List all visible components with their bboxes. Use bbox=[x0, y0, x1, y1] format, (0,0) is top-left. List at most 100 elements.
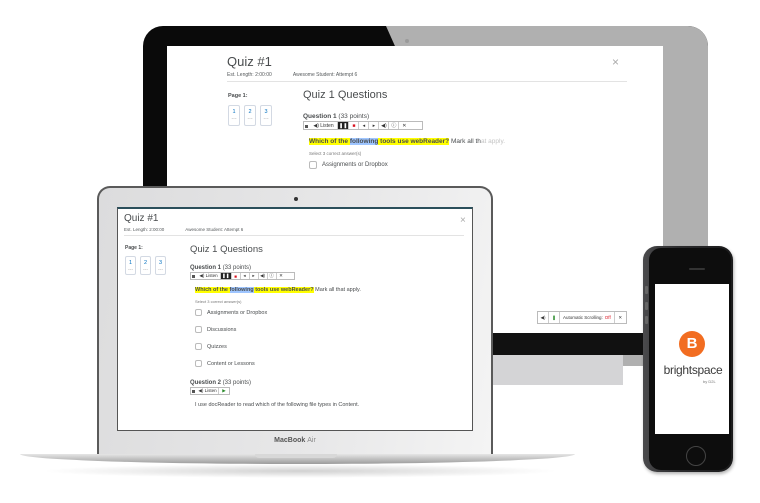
close-autoscroll-button[interactable]: ✕ bbox=[615, 312, 626, 323]
checkbox[interactable] bbox=[309, 161, 317, 169]
close-icon[interactable]: × bbox=[460, 215, 466, 226]
page-number: 1 bbox=[232, 109, 236, 115]
close-toolbar-button[interactable]: ✕ bbox=[399, 122, 409, 129]
smartphone: B brightspace by D2L bbox=[643, 246, 733, 472]
page-button-3[interactable]: 3 --- bbox=[260, 105, 272, 126]
info-button[interactable]: ⓘ bbox=[268, 273, 277, 279]
close-toolbar-button[interactable]: ✕ bbox=[277, 273, 286, 279]
stop-button[interactable]: ■ bbox=[232, 273, 241, 279]
quiz-header: Quiz #1 Est. Length: 2:00:00 Awesome Stu… bbox=[227, 54, 627, 82]
attempt-info: Awesome Student: Attempt 6 bbox=[185, 227, 244, 232]
quiz-title: Quiz #1 bbox=[124, 213, 159, 224]
page-number: 2 bbox=[248, 109, 252, 115]
quiz-heading: Quiz 1 Questions bbox=[190, 244, 263, 255]
page-status: --- bbox=[128, 267, 133, 273]
page-button-3[interactable]: 3 --- bbox=[155, 256, 166, 275]
option-item[interactable]: Discussions bbox=[195, 326, 470, 333]
autoscroll-label: Automatic Scrolling: bbox=[563, 315, 603, 320]
quiz-meta: Est. Length: 2:00:00 Awesome Student: At… bbox=[227, 72, 627, 78]
pause-button[interactable]: ❚❚ bbox=[338, 122, 350, 129]
laptop-hinge-notch bbox=[255, 454, 337, 458]
page-status: --- bbox=[143, 267, 148, 273]
volume-button[interactable]: ◀) bbox=[259, 273, 268, 279]
question-points: (33 points) bbox=[338, 113, 370, 120]
option-label: Quizzes bbox=[207, 343, 227, 350]
checkbox[interactable] bbox=[195, 360, 202, 367]
option-item[interactable]: Quizzes bbox=[195, 343, 470, 350]
pause-scroll-button[interactable]: ❚ bbox=[549, 312, 560, 323]
webreader-toolbar-collapsed: ◀) Listen ▶ bbox=[190, 387, 230, 395]
page-status: --- bbox=[247, 116, 253, 122]
phone-screen: B brightspace by D2L bbox=[655, 284, 729, 434]
est-length: Est. Length: 2:00:00 bbox=[124, 227, 165, 232]
option-item[interactable]: Assignments or Dropbox bbox=[195, 309, 470, 316]
speaker-icon[interactable]: ◀) bbox=[538, 312, 549, 323]
page-button-1[interactable]: 1 --- bbox=[228, 105, 240, 126]
question-1-title: Question 1 (33 points) bbox=[303, 113, 643, 120]
question-1-text: Which of the following tools use webRead… bbox=[309, 138, 643, 145]
laptop-camera bbox=[294, 197, 298, 201]
phone-volume-down bbox=[645, 316, 648, 324]
quiz-heading: Quiz 1 Questions bbox=[303, 89, 388, 101]
info-button[interactable]: ⓘ bbox=[389, 122, 400, 129]
question-1-text: Which of the following tools use webRead… bbox=[195, 287, 470, 293]
byline: by D2L bbox=[703, 379, 716, 384]
divider bbox=[227, 81, 627, 82]
close-icon[interactable]: × bbox=[612, 55, 619, 69]
device-showcase: Quiz #1 Est. Length: 2:00:00 Awesome Stu… bbox=[0, 0, 760, 503]
checkbox[interactable] bbox=[195, 309, 202, 316]
current-word-highlight: following bbox=[349, 138, 379, 145]
current-word-highlight: following bbox=[229, 287, 254, 293]
forward-button[interactable]: ▸ bbox=[250, 273, 259, 279]
autoscroll-state: Off bbox=[604, 315, 611, 320]
quiz-body: Quiz 1 Questions Question 1 (33 points) … bbox=[190, 244, 470, 408]
drag-handle[interactable] bbox=[191, 388, 197, 394]
drag-handle[interactable] bbox=[191, 273, 197, 279]
option-item[interactable]: Content or Lessons bbox=[195, 360, 470, 367]
question-label: Question 1 bbox=[303, 113, 337, 120]
option-label: Assignments or Dropbox bbox=[207, 309, 268, 316]
autoscroll-toolbar: ◀) ❚ Automatic Scrolling: Off ✕ bbox=[537, 311, 627, 324]
listen-button[interactable]: ◀) Listen bbox=[197, 273, 221, 279]
page-number: 3 bbox=[158, 260, 163, 266]
drag-handle[interactable] bbox=[304, 122, 310, 129]
highlighted-text: Which of the bbox=[309, 138, 350, 145]
quiz-header: Quiz #1 Est. Length: 2:00:00 Awesome Stu… bbox=[124, 213, 464, 236]
question-text: at apply. bbox=[480, 138, 506, 145]
listen-button[interactable]: ◀) Listen bbox=[310, 122, 338, 129]
phone-speaker bbox=[689, 268, 705, 270]
page-button-2[interactable]: 2 --- bbox=[140, 256, 151, 275]
pause-button[interactable]: ❚❚ bbox=[221, 273, 232, 279]
page-button-2[interactable]: 2 --- bbox=[244, 105, 256, 126]
webreader-toolbar: ◀) Listen ❚❚ ■ ◂ ▸ ◀) ⓘ ✕ bbox=[190, 272, 295, 280]
quiz-title: Quiz #1 bbox=[227, 54, 272, 69]
brightspace-logo-icon: B bbox=[679, 331, 705, 357]
checkbox[interactable] bbox=[195, 343, 202, 350]
question-label: Question 2 bbox=[190, 380, 222, 386]
page-number: 2 bbox=[143, 260, 148, 266]
rewind-button[interactable]: ◂ bbox=[359, 122, 370, 129]
monitor-camera bbox=[405, 39, 409, 43]
option-label: Assignments or Dropbox bbox=[322, 162, 388, 168]
question-1-title: Question 1 (33 points) bbox=[190, 265, 470, 271]
webreader-toolbar: ◀) Listen ❚❚ ■ ◂ ▸ ◀) ⓘ ✕ bbox=[303, 121, 423, 130]
est-length: Est. Length: 2:00:00 bbox=[227, 72, 272, 78]
question-points: (33 points) bbox=[222, 265, 252, 271]
rewind-button[interactable]: ◂ bbox=[241, 273, 250, 279]
home-button[interactable] bbox=[686, 446, 706, 466]
page-status: --- bbox=[263, 116, 269, 122]
stop-button[interactable]: ■ bbox=[349, 122, 360, 129]
laptop-shadow bbox=[40, 464, 560, 478]
option-item[interactable]: Assignments or Dropbox bbox=[309, 161, 643, 169]
question-text: Mark all that apply. bbox=[313, 287, 361, 293]
pages-label: Page 1: bbox=[125, 245, 143, 251]
forward-button[interactable]: ▸ bbox=[369, 122, 380, 129]
volume-button[interactable]: ◀) bbox=[379, 122, 390, 129]
page-number: 1 bbox=[128, 260, 133, 266]
autoscroll-toggle[interactable]: Automatic Scrolling: Off bbox=[560, 312, 615, 323]
page-button-1[interactable]: 1 --- bbox=[125, 256, 136, 275]
listen-button[interactable]: ◀) Listen bbox=[197, 388, 219, 394]
page-navigator: Page 1: 1 --- 2 --- 3 --- bbox=[228, 93, 272, 126]
checkbox[interactable] bbox=[195, 326, 202, 333]
play-button[interactable]: ▶ bbox=[219, 388, 229, 394]
